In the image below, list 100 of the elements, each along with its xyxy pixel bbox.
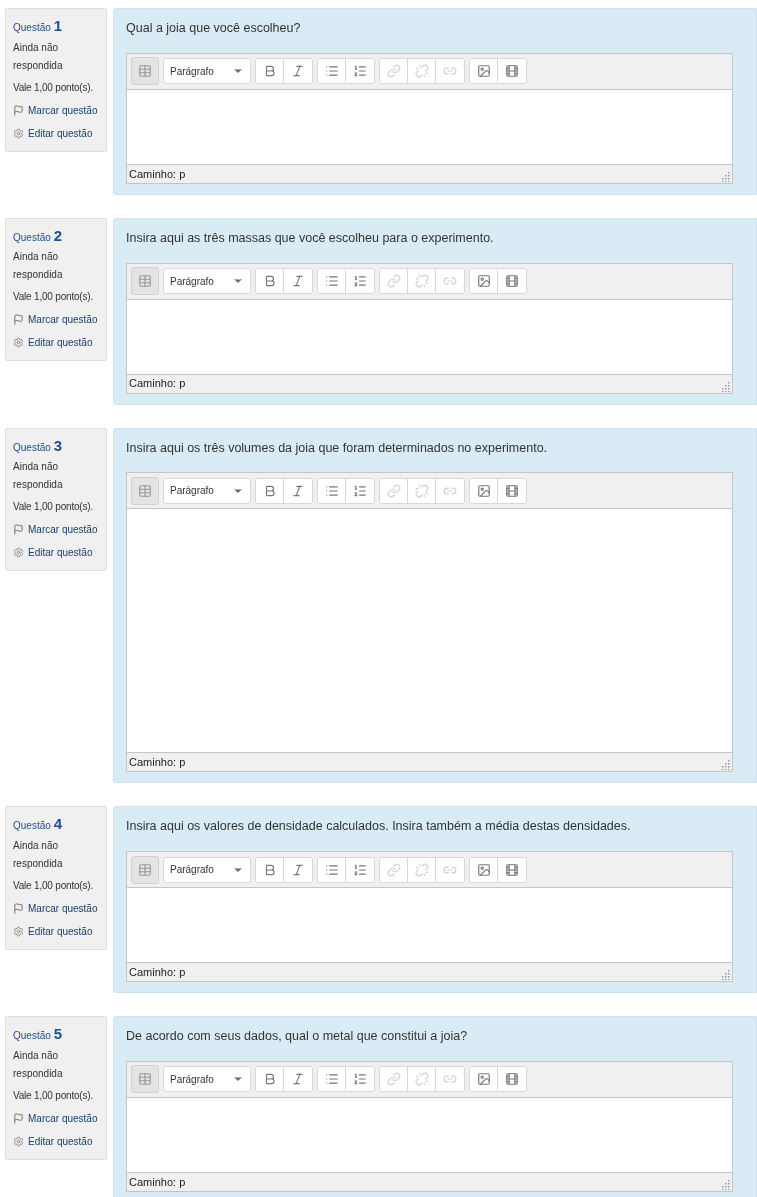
bullet-list-button[interactable] bbox=[318, 269, 346, 293]
resize-handle-icon[interactable] bbox=[720, 970, 730, 980]
unlink-icon bbox=[414, 64, 429, 79]
grid-icon bbox=[138, 274, 152, 288]
bullet-list-button[interactable] bbox=[318, 857, 346, 882]
italic-icon bbox=[291, 862, 305, 877]
flag-question-link[interactable]: Marcar questão bbox=[13, 312, 99, 328]
edit-question-link[interactable]: Editar questão bbox=[13, 545, 99, 560]
image-icon bbox=[476, 1072, 491, 1087]
italic-button[interactable] bbox=[284, 857, 312, 882]
link-icon bbox=[386, 64, 401, 79]
numbered-list-icon bbox=[353, 483, 367, 498]
format-select[interactable]: Parágrafo bbox=[163, 856, 251, 883]
question-number: 2 bbox=[53, 225, 63, 246]
resize-handle-icon[interactable] bbox=[720, 381, 730, 392]
flag-question-link[interactable]: Marcar questão bbox=[13, 900, 99, 916]
grid-icon bbox=[138, 483, 152, 498]
italic-icon bbox=[291, 274, 305, 288]
toolbar-toggle-button[interactable] bbox=[131, 1065, 159, 1094]
film-icon bbox=[505, 64, 519, 79]
question-label: Questão bbox=[13, 819, 51, 834]
film-button[interactable] bbox=[498, 478, 526, 503]
resize-handle-icon[interactable] bbox=[720, 1179, 730, 1190]
question-status: Ainda não respondida bbox=[13, 838, 64, 871]
question-points: Vale 1,00 ponto(s). bbox=[13, 878, 94, 893]
image-button[interactable] bbox=[470, 59, 498, 84]
format-select[interactable]: Parágrafo bbox=[163, 58, 251, 85]
bold-button[interactable] bbox=[256, 269, 284, 293]
question-number: 3 bbox=[53, 435, 63, 456]
bullet-list-icon bbox=[324, 862, 339, 877]
bold-button[interactable] bbox=[256, 478, 284, 503]
bold-button[interactable] bbox=[256, 857, 284, 882]
image-button[interactable] bbox=[470, 478, 498, 503]
flag-question-link[interactable]: Marcar questão bbox=[13, 1110, 99, 1126]
question-text: Qual a joia que você escolheu? bbox=[126, 20, 302, 37]
resize-handle-icon[interactable] bbox=[720, 760, 730, 771]
italic-button[interactable] bbox=[284, 269, 312, 293]
image-button[interactable] bbox=[470, 1067, 498, 1092]
link-icon bbox=[386, 862, 401, 877]
image-icon bbox=[476, 862, 491, 877]
bold-button[interactable] bbox=[256, 1067, 284, 1092]
numbered-list-button[interactable] bbox=[346, 857, 374, 882]
bullet-list-button[interactable] bbox=[318, 478, 346, 503]
flag-icon bbox=[13, 104, 24, 116]
numbered-list-button[interactable] bbox=[346, 478, 374, 503]
toolbar-toggle-button[interactable] bbox=[131, 476, 159, 505]
format-select[interactable]: Parágrafo bbox=[163, 477, 251, 504]
edit-question-link[interactable]: Editar questão bbox=[13, 125, 99, 141]
numbered-list-icon bbox=[353, 274, 367, 288]
question-label: Questão bbox=[13, 1029, 51, 1043]
bold-button[interactable] bbox=[256, 59, 284, 84]
question-points: Vale 1,00 ponto(s). bbox=[13, 290, 94, 305]
film-button[interactable] bbox=[498, 59, 526, 84]
question-label: Questão bbox=[13, 440, 51, 455]
image-icon bbox=[476, 483, 491, 498]
question-status: Ainda não respondida bbox=[13, 460, 64, 492]
film-icon bbox=[505, 274, 519, 288]
unlink-icon bbox=[414, 483, 429, 498]
film-icon bbox=[505, 1072, 519, 1087]
element-path: Caminho: p bbox=[129, 755, 186, 770]
edit-question-link[interactable]: Editar questão bbox=[13, 335, 99, 351]
grid-icon bbox=[138, 862, 152, 877]
image-icon bbox=[476, 64, 491, 79]
toolbar-toggle-button[interactable] bbox=[131, 267, 159, 295]
question-text: Insira aqui os valores de densidade calculados. Insira também a média destas densidades. bbox=[126, 818, 632, 836]
numbered-list-button[interactable] bbox=[346, 269, 374, 293]
numbered-list-icon bbox=[353, 1072, 367, 1087]
format-select[interactable]: Parágrafo bbox=[163, 1066, 251, 1093]
unlink-icon bbox=[414, 274, 429, 288]
gear-icon bbox=[13, 1135, 24, 1147]
flag-icon bbox=[13, 524, 24, 535]
question-number: 4 bbox=[53, 814, 63, 835]
element-path: Caminho: p bbox=[129, 1174, 186, 1190]
toolbar-toggle-button[interactable] bbox=[131, 855, 159, 884]
toolbar-toggle-button[interactable] bbox=[131, 57, 159, 86]
element-path: Caminho: p bbox=[129, 964, 186, 980]
italic-button[interactable] bbox=[284, 1067, 312, 1092]
bullet-list-button[interactable] bbox=[318, 59, 346, 84]
format-select[interactable]: Parágrafo bbox=[163, 268, 251, 294]
italic-icon bbox=[291, 483, 305, 498]
flag-question-link[interactable]: Marcar questão bbox=[13, 102, 99, 118]
edit-question-link[interactable]: Editar questão bbox=[13, 1133, 99, 1149]
resize-handle-icon[interactable] bbox=[720, 171, 730, 182]
numbered-list-button[interactable] bbox=[346, 1067, 374, 1092]
flag-question-link[interactable]: Marcar questão bbox=[13, 522, 99, 537]
unlink-icon bbox=[414, 1072, 429, 1087]
bullet-list-button[interactable] bbox=[318, 1067, 346, 1092]
grid-icon bbox=[138, 1072, 152, 1087]
image-button[interactable] bbox=[470, 857, 498, 882]
film-button[interactable] bbox=[498, 269, 526, 293]
italic-icon bbox=[291, 1072, 305, 1087]
italic-button[interactable] bbox=[284, 478, 312, 503]
film-button[interactable] bbox=[498, 857, 526, 882]
question-status: Ainda não respondida bbox=[13, 1048, 64, 1081]
image-button[interactable] bbox=[470, 269, 498, 293]
film-button[interactable] bbox=[498, 1067, 526, 1092]
numbered-list-button[interactable] bbox=[346, 59, 374, 84]
italic-button[interactable] bbox=[284, 59, 312, 84]
question-points: Vale 1,00 ponto(s). bbox=[13, 80, 94, 95]
edit-question-link[interactable]: Editar questão bbox=[13, 923, 99, 939]
